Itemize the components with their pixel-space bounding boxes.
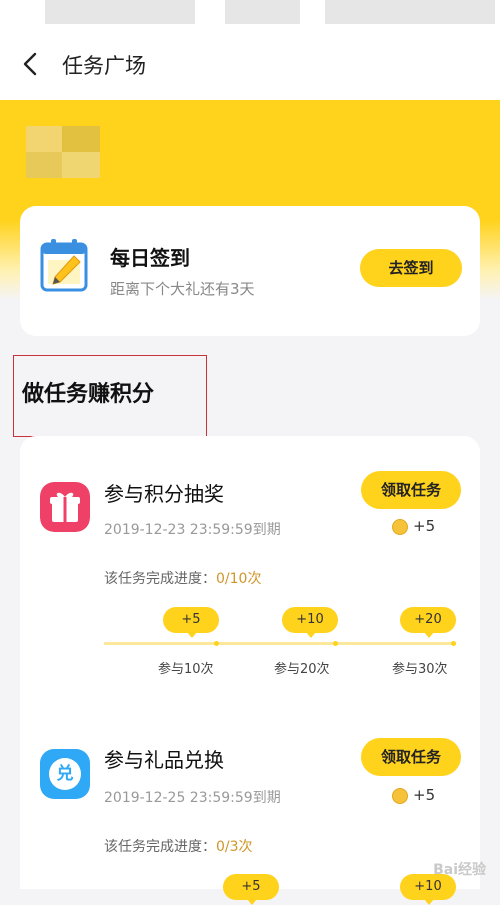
- progress-text: 该任务完成进度：0/10次: [104, 568, 261, 588]
- gift-icon: [40, 482, 90, 532]
- milestone-label: 参与10次: [158, 662, 214, 677]
- take-task-button[interactable]: 领取任务: [361, 471, 461, 509]
- progress-track: [104, 642, 456, 645]
- progress-text: 该任务完成进度：0/3次: [104, 836, 253, 856]
- exchange-icon-glyph: 兑: [49, 758, 81, 790]
- milestone-reward: +10: [282, 607, 338, 638]
- progress-label: 该任务完成进度：: [104, 571, 216, 587]
- progress-value: 0/3次: [216, 839, 253, 855]
- task-deadline: 2019-12-23 23:59:59到期: [104, 522, 281, 538]
- highlight-frame: [13, 355, 207, 437]
- milestone-dot: [333, 641, 338, 646]
- milestone-reward: +5: [163, 607, 219, 638]
- progress-label: 该任务完成进度：: [104, 839, 216, 855]
- checkin-title: 每日签到: [110, 246, 190, 270]
- task-reward: +5: [413, 786, 436, 804]
- milestone-dot: [451, 641, 456, 646]
- back-chevron-icon[interactable]: [18, 50, 46, 78]
- avatar: [26, 126, 100, 178]
- status-bar: [0, 0, 500, 28]
- calendar-pencil-icon: [40, 239, 88, 292]
- page-title: 任务广场: [62, 54, 146, 78]
- status-blur: [45, 0, 195, 24]
- milestone-label: 参与30次: [392, 662, 448, 677]
- status-blur: [225, 0, 300, 24]
- task-list: 参与积分抽奖 2019-12-23 23:59:59到期 领取任务 +5 该任务…: [20, 436, 480, 905]
- coin-icon: [392, 788, 408, 804]
- task-title: 参与礼品兑换: [104, 748, 224, 772]
- task-deadline: 2019-12-25 23:59:59到期: [104, 790, 281, 806]
- progress-value: 0/10次: [216, 571, 262, 587]
- checkin-subtitle: 距离下个大礼还有3天: [110, 280, 255, 298]
- status-blur: [325, 0, 495, 24]
- checkin-button[interactable]: 去签到: [360, 249, 462, 287]
- nav-bar: 任务广场: [0, 28, 500, 100]
- task-reward: +5: [413, 517, 436, 535]
- take-task-button[interactable]: 领取任务: [361, 738, 461, 776]
- task-title: 参与积分抽奖: [104, 482, 224, 506]
- exchange-icon: 兑: [40, 749, 90, 799]
- milestone-reward: +5: [223, 874, 279, 905]
- milestone-dot: [214, 641, 219, 646]
- milestone-label: 参与20次: [274, 662, 330, 677]
- coin-icon: [392, 519, 408, 535]
- milestone-reward: +20: [400, 607, 456, 638]
- daily-checkin-card: 每日签到 距离下个大礼还有3天 去签到: [20, 206, 480, 336]
- watermark: Bai经验: [433, 862, 486, 878]
